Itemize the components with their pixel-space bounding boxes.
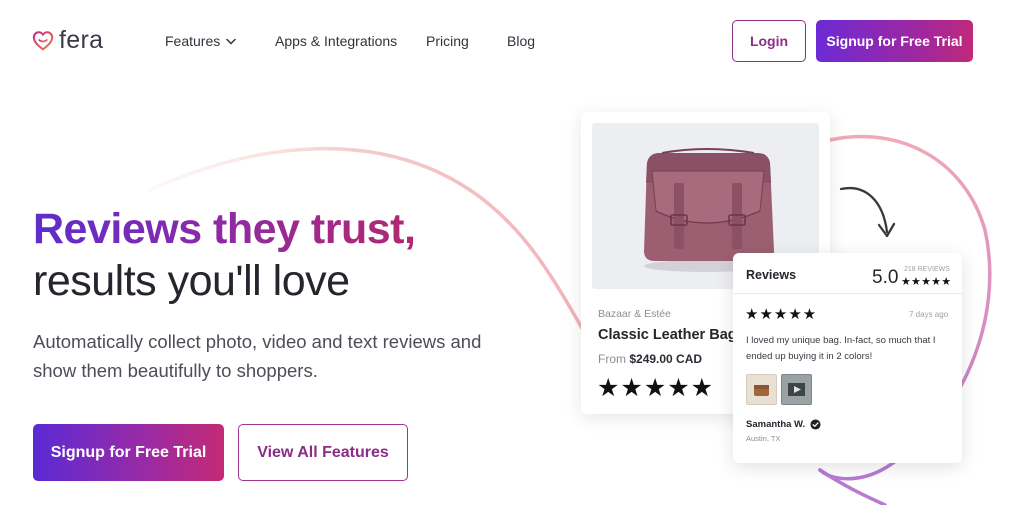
average-stars: ★★★★★ bbox=[901, 276, 952, 288]
headline-line-2: results you'll love bbox=[33, 257, 350, 305]
average-score: 5.0 bbox=[872, 267, 899, 288]
curved-arrow-icon bbox=[839, 186, 896, 238]
fera-logo[interactable]: fera bbox=[32, 28, 103, 53]
divider bbox=[733, 293, 962, 294]
hero-subtitle: Automatically collect photo, video and t… bbox=[33, 331, 482, 381]
review-stars: ★★★★★ bbox=[745, 306, 818, 323]
chevron-down-icon bbox=[226, 38, 236, 45]
review-count: 218 REVIEWS bbox=[904, 266, 950, 273]
product-rating-stars: ★★★★★ bbox=[597, 374, 715, 402]
product-price: From $249.00 CAD bbox=[598, 352, 702, 366]
heart-logo-icon bbox=[32, 30, 54, 50]
reviews-title: Reviews bbox=[746, 268, 797, 282]
verified-check-icon bbox=[810, 419, 821, 430]
headline-line-1: Reviews they trust, bbox=[33, 205, 416, 253]
nav-features-label: Features bbox=[165, 33, 221, 49]
product-name[interactable]: Classic Leather Bag bbox=[598, 327, 737, 343]
hero-signup-button[interactable]: Signup for Free Trial bbox=[33, 424, 224, 481]
nav-apps-integrations[interactable]: Apps & Integrations bbox=[275, 33, 397, 49]
nav-pricing[interactable]: Pricing bbox=[426, 33, 469, 49]
price-prefix: From bbox=[598, 352, 626, 366]
logo-text: fera bbox=[59, 26, 104, 54]
play-icon bbox=[788, 383, 805, 396]
review-date: 7 days ago bbox=[909, 310, 949, 319]
bag-thumbnail-image bbox=[754, 385, 769, 396]
product-brand: Bazaar & Estée bbox=[598, 308, 671, 320]
nav-features[interactable]: Features bbox=[165, 33, 236, 49]
nav-signup-button[interactable]: Signup for Free Trial bbox=[816, 20, 973, 62]
video-thumbnail[interactable] bbox=[781, 374, 812, 405]
review-text: I loved my unique bag. In-fact, so much … bbox=[746, 335, 936, 362]
view-all-features-button[interactable]: View All Features bbox=[238, 424, 408, 481]
nav-blog[interactable]: Blog bbox=[507, 33, 535, 49]
login-button[interactable]: Login bbox=[732, 20, 806, 62]
price-value: $249.00 CAD bbox=[629, 352, 703, 366]
top-navigation: fera Features Apps & Integrations Pricin… bbox=[0, 0, 1024, 84]
author-location: Austin, TX bbox=[746, 434, 781, 443]
hero-headline: Reviews they trust, results you'll love bbox=[33, 203, 416, 307]
bag-thumbnail[interactable] bbox=[746, 374, 777, 405]
author-name: Samantha W. bbox=[746, 419, 806, 430]
reviews-card: Reviews 5.0 218 REVIEWS ★★★★★ ★★★★★ 7 da… bbox=[733, 253, 962, 463]
review-author: Samantha W. bbox=[746, 419, 821, 430]
